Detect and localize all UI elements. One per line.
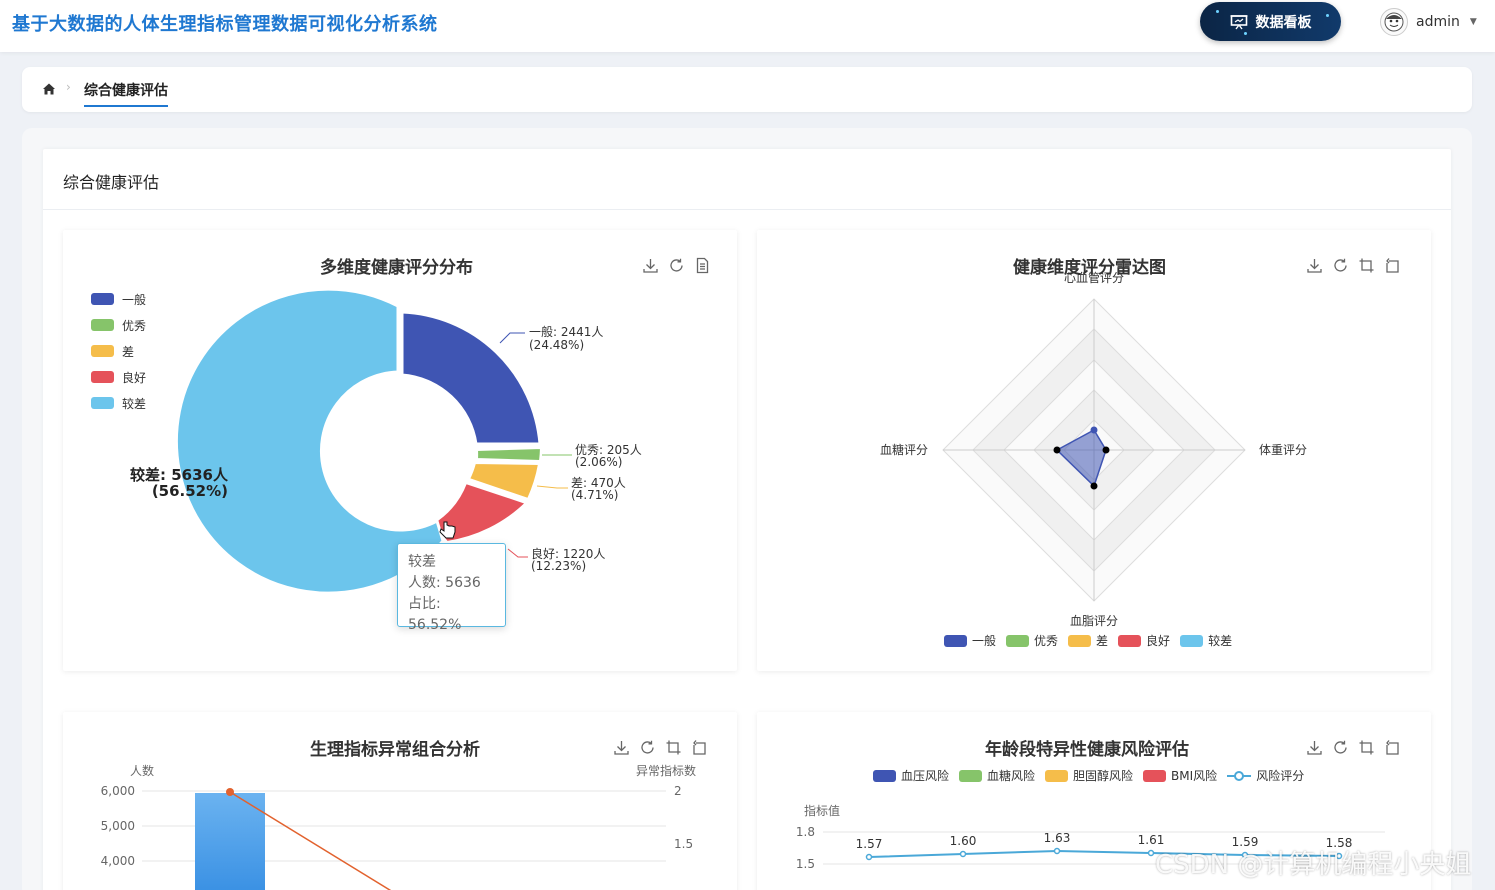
combo-chart: 人数 异常指标数 6,000 5,000 4,000 2 1.5: [101, 763, 696, 890]
radar-point[interactable]: [1090, 482, 1098, 490]
breadcrumb: › 综合健康评估: [22, 67, 1472, 112]
radar-axis-right: 体重评分: [1259, 443, 1307, 457]
dashboard-button[interactable]: 数据看板: [1200, 2, 1341, 41]
breadcrumb-separator: ›: [66, 80, 71, 94]
risk-point[interactable]: [1147, 849, 1155, 857]
user-menu[interactable]: admin ▼: [1380, 8, 1477, 36]
presentation-icon: [1230, 14, 1247, 29]
age-risk-tick: 1.5: [796, 857, 815, 871]
home-icon[interactable]: [42, 82, 56, 96]
legend-item[interactable]: 优秀: [1006, 632, 1058, 649]
combo-left-tick: 5,000: [101, 819, 135, 833]
pie-chart-panel: 多维度健康评分分布 一般 优秀 差 良好 较差 一般: 2441人 (24.48…: [63, 230, 737, 671]
pie-label-weak-pct: (56.52%): [152, 482, 228, 500]
combo-left-tick: 4,000: [101, 854, 135, 868]
risk-point-label: 1.63: [1044, 831, 1071, 845]
pie-slice-excellent[interactable]: [475, 446, 543, 463]
watermark: CSDN @计算机编程小央姐: [1155, 850, 1472, 880]
radar-point[interactable]: [1102, 446, 1110, 454]
pie-label-excellent-pct: (2.06%): [575, 455, 622, 469]
card-title: 综合健康评估: [63, 173, 160, 192]
pie-label-poor-pct: (4.71%): [571, 488, 618, 502]
risk-point[interactable]: [1053, 847, 1061, 855]
assessment-card: 综合健康评估 多维度健康评分分布 一般 优秀 差 良好 较差 一般: 2441人…: [43, 149, 1451, 890]
chevron-down-icon: ▼: [1469, 17, 1477, 27]
risk-point-label: 1.60: [950, 834, 977, 848]
radar-chart: 心血管评分 体重评分 血脂评分 血糖评分: [880, 270, 1307, 628]
pie-tooltip: 较差 人数: 5636 占比: 56.52%: [397, 543, 506, 633]
radar-axis-left: 血糖评分: [880, 442, 928, 457]
risk-point[interactable]: [959, 850, 967, 858]
radar-legend: 一般 优秀 差 良好 较差: [944, 632, 1232, 649]
top-bar: 基于大数据的人体生理指标管理数据可视化分析系统 数据看板 admin ▼: [0, 0, 1495, 52]
dashboard-button-label: 数据看板: [1255, 14, 1312, 31]
radar-point[interactable]: [1053, 446, 1061, 454]
radar-point[interactable]: [1090, 426, 1098, 434]
app-title: 基于大数据的人体生理指标管理数据可视化分析系统: [12, 14, 438, 35]
risk-point[interactable]: [865, 853, 873, 861]
pie-label-general-pct: (24.48%): [529, 338, 584, 352]
combo-line-point[interactable]: [226, 788, 234, 796]
radar-axis-bottom: 血脂评分: [1070, 613, 1118, 628]
combo-left-axis-label: 人数: [130, 763, 154, 778]
risk-point-label: 1.57: [856, 837, 883, 851]
age-risk-tick: 1.8: [796, 825, 815, 839]
legend-item[interactable]: 较差: [1180, 632, 1232, 649]
radar-chart-panel: 健康维度评分雷达图 心血管评分 体重评分 血脂评分 血糖评分 一般 优秀 差 良…: [757, 230, 1431, 671]
radar-axis-top: 心血管评分: [1064, 270, 1124, 285]
combo-right-axis-label: 异常指标数: [636, 763, 696, 778]
age-risk-y-label: 指标值: [804, 803, 840, 818]
pie-slice-general[interactable]: [400, 310, 542, 446]
pie-label-good-pct: (12.23%): [531, 559, 586, 573]
pie-label-general: 一般: 2441人: [529, 324, 603, 339]
combo-left-tick: 6,000: [101, 784, 135, 798]
breadcrumb-current[interactable]: 综合健康评估: [84, 80, 168, 107]
combo-right-tick: 2: [674, 784, 682, 798]
legend-item[interactable]: 良好: [1118, 632, 1170, 649]
abnormal-combo-panel: 生理指标异常组合分析 人数 异常指标数 6,000 5,000 4,000 2 …: [63, 712, 737, 890]
username: admin: [1416, 14, 1460, 30]
avatar: [1380, 8, 1408, 36]
card-divider: [43, 209, 1451, 210]
combo-right-tick: 1.5: [674, 837, 693, 851]
legend-item[interactable]: 一般: [944, 632, 996, 649]
legend-item[interactable]: 差: [1068, 632, 1108, 649]
